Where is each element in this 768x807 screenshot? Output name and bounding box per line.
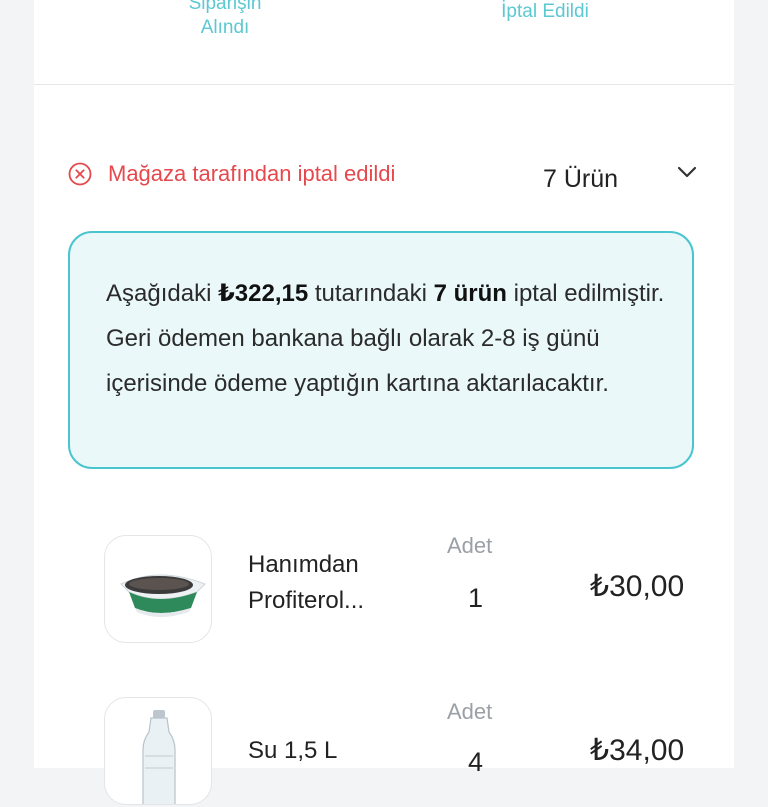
dessert-bowl-image [120,574,206,617]
quantity-label: Adet [447,699,493,724]
order-status-row[interactable]: Mağaza tarafından iptal edildi 7 Ürün [68,160,708,200]
water-bottle-image [142,710,176,804]
product-name: Su 1,5 L [248,737,338,764]
product-price: ₺30,00 [590,570,685,603]
list-item[interactable]: Hanımdan Profiterol... Adet 1 ₺30,00 [104,533,724,645]
step-cancelled: İptal Edildi [470,0,620,24]
step-received-label: Siparişin Alındı [188,0,262,38]
refund-amount: ₺322,15 [218,280,309,307]
notice-text-1: Aşağıdaki [106,280,219,307]
notice-text-2: tutarındaki [308,280,434,307]
list-item[interactable]: Su 1,5 L Adet 4 ₺34,00 [104,697,724,807]
step-order-received: Siparişin Alındı [155,0,295,40]
refund-notice: Aşağıdaki ₺322,15 tutarındaki 7 ürün ipt… [68,231,694,469]
step-cancelled-label: İptal Edildi [501,1,589,22]
status-text: Mağaza tarafından iptal edildi [108,161,396,186]
quantity-label: Adet [447,533,493,558]
product-thumbnail [104,697,212,805]
product-name: Hanımdan Profiterol... [248,551,365,614]
quantity-value: 4 [468,747,484,777]
cancelled-item-count: 7 ürün [433,280,507,307]
refund-notice-text: Aşağıdaki ₺322,15 tutarındaki 7 ürün ipt… [106,271,666,406]
quantity-value: 1 [468,583,484,613]
chevron-down-icon[interactable] [676,164,698,180]
cancel-circle-icon [68,162,92,186]
product-price: ₺34,00 [590,734,685,767]
divider [34,84,734,85]
item-count: 7 Ürün [543,165,619,193]
product-thumbnail [104,535,212,643]
